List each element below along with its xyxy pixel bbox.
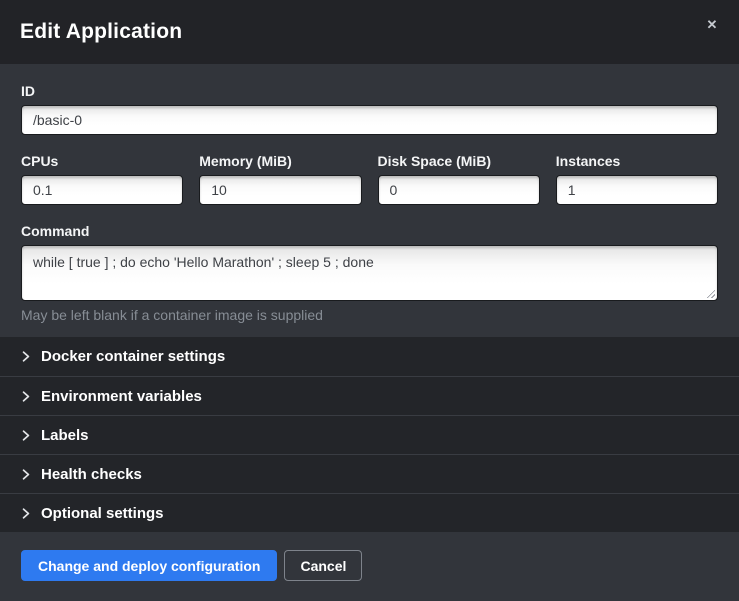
id-label: ID [21,83,718,99]
close-icon[interactable]: ✕ [701,14,723,36]
instances-field[interactable] [556,175,718,205]
chevron-right-icon [21,391,31,402]
page-title: Edit Application [20,20,182,44]
modal-footer: Change and deploy configuration Cancel [0,532,739,601]
section-label: Docker container settings [41,348,225,365]
form-body: ID CPUs Memory (MiB) Disk Space (MiB) In… [0,64,739,337]
section-labels[interactable]: Labels [0,415,739,454]
resources-row: CPUs Memory (MiB) Disk Space (MiB) Insta… [21,153,718,205]
memory-field-group: Memory (MiB) [199,153,361,205]
change-and-deploy-button[interactable]: Change and deploy configuration [21,550,277,581]
memory-field[interactable] [199,175,361,205]
chevron-right-icon [21,469,31,480]
id-field[interactable] [21,105,718,135]
chevron-right-icon [21,508,31,519]
section-label: Health checks [41,466,142,483]
instances-field-group: Instances [556,153,718,205]
disk-field-group: Disk Space (MiB) [378,153,540,205]
instances-label: Instances [556,153,718,169]
section-health-checks[interactable]: Health checks [0,454,739,493]
disk-field[interactable] [378,175,540,205]
accordion-sections: Docker container settings Environment va… [0,337,739,532]
section-label: Labels [41,427,89,444]
edit-application-modal: Edit Application ✕ ID CPUs Memory (MiB) … [0,0,739,599]
command-field[interactable]: while [ true ] ; do echo 'Hello Marathon… [21,245,718,301]
cpus-field-group: CPUs [21,153,183,205]
section-environment-variables[interactable]: Environment variables [0,376,739,415]
cancel-button[interactable]: Cancel [284,550,362,581]
section-docker-container-settings[interactable]: Docker container settings [0,337,739,376]
section-optional-settings[interactable]: Optional settings [0,493,739,532]
section-label: Environment variables [41,388,202,405]
cpus-field[interactable] [21,175,183,205]
command-label: Command [21,223,718,239]
disk-label: Disk Space (MiB) [378,153,540,169]
command-textarea-wrap: while [ true ] ; do echo 'Hello Marathon… [21,245,718,301]
cpus-label: CPUs [21,153,183,169]
command-help-text: May be left blank if a container image i… [21,307,718,323]
section-label: Optional settings [41,505,164,522]
modal-header: Edit Application ✕ [0,0,739,64]
memory-label: Memory (MiB) [199,153,361,169]
id-field-group: ID [21,83,718,135]
chevron-right-icon [21,430,31,441]
chevron-right-icon [21,351,31,362]
command-field-group: Command while [ true ] ; do echo 'Hello … [21,223,718,323]
